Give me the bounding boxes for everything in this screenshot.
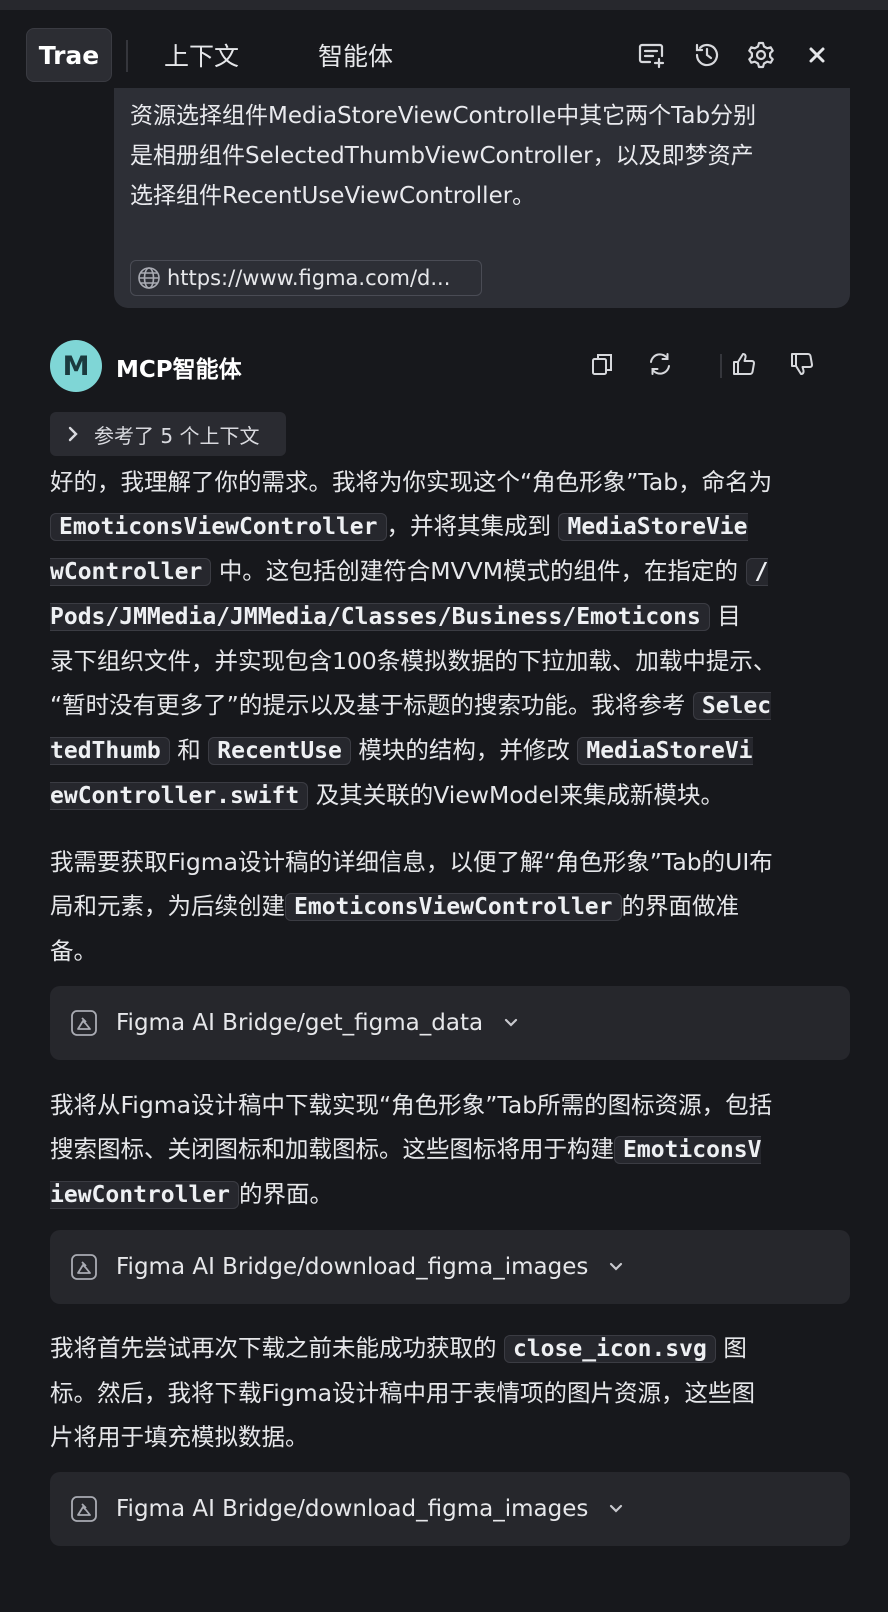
globe-icon	[138, 267, 160, 289]
code-span: RecentUse	[208, 737, 351, 765]
code-span: Selec	[692, 692, 772, 720]
tool-icon	[71, 1254, 97, 1280]
text-line: 我将首先尝试再次下载之前未能成功获取的 close_icon.svg 图	[50, 1334, 747, 1363]
tool-call-label: Figma AI Bridge/download_figma_images	[116, 1254, 589, 1280]
regenerate-icon[interactable]	[644, 348, 676, 380]
settings-icon[interactable]	[744, 38, 778, 72]
text-line: “暂时没有更多了”的提示以及基于标题的搜索功能。我将参考 Selec	[50, 691, 772, 720]
code-span: EmoticonsViewController	[50, 513, 387, 541]
code-span: MediaStoreVi	[577, 737, 753, 765]
user-message-line: 选择组件RecentUseViewController。	[130, 183, 536, 209]
tool-call-card[interactable]: Figma AI Bridge/get_figma_data	[50, 986, 850, 1060]
close-icon[interactable]	[800, 38, 834, 72]
code-span: /	[745, 558, 769, 586]
user-message-bubble: 资源选择组件MediaStoreViewControlle中其它两个Tab分别 …	[114, 88, 850, 308]
user-message-line: 是相册组件SelectedThumbViewController，以及即梦资产	[130, 143, 754, 169]
tab-agent[interactable]: 智能体	[318, 28, 393, 82]
text-line: 备。	[50, 937, 97, 965]
tab-trae[interactable]: Trae	[26, 28, 112, 82]
chevron-down-icon	[606, 1499, 626, 1519]
code-span: tedThumb	[50, 737, 170, 765]
new-chat-icon[interactable]	[634, 38, 668, 72]
chat-panel: Trae 上下文 智能体 资源选择组件MediaStoreViewControl…	[0, 10, 888, 1612]
agent-avatar: M	[50, 340, 102, 392]
tab-context[interactable]: 上下文	[164, 28, 239, 82]
figma-link-text: https://www.figma.com/d...	[167, 266, 451, 290]
figma-link-chip[interactable]: https://www.figma.com/d...	[130, 260, 482, 296]
agent-paragraph: 我将从Figma设计稿中下载实现“角色形象”Tab所需的图标资源，包括 搜索图标…	[50, 1083, 850, 1217]
chevron-down-icon	[501, 1013, 521, 1033]
history-icon[interactable]	[690, 38, 724, 72]
text-line: 好的，我理解了你的需求。我将为你实现这个“角色形象”Tab，命名为	[50, 468, 773, 496]
text-line: 我需要获取Figma设计稿的详细信息，以便了解“角色形象”Tab的UI布	[50, 848, 773, 876]
tool-call-card[interactable]: Figma AI Bridge/download_figma_images	[50, 1230, 850, 1304]
copy-icon[interactable]	[586, 348, 618, 380]
agent-paragraph: 好的，我理解了你的需求。我将为你实现这个“角色形象”Tab，命名为 Emotic…	[50, 460, 850, 818]
text-line: 录下组织文件，并实现包含100条模拟数据的下拉加载、加载中提示、	[50, 647, 777, 675]
text-line: ewController.swift 及其关联的ViewModel来集成新模块。	[50, 781, 725, 810]
text-line: 搜索图标、关闭图标和加载图标。这些图标将用于构建 EmoticonsV	[50, 1135, 762, 1164]
tool-call-label: Figma AI Bridge/download_figma_images	[116, 1496, 589, 1522]
text-line: tedThumb 和 RecentUse 模块的结构，并修改 MediaStor…	[50, 736, 753, 765]
text-line: 局和元素，为后续创建 EmoticonsViewController 的界面做准	[50, 892, 739, 921]
agent-name: MCP智能体	[116, 357, 242, 383]
chevron-down-icon	[606, 1257, 626, 1277]
code-span: wController	[50, 558, 212, 586]
tool-call-card[interactable]: Figma AI Bridge/download_figma_images	[50, 1472, 850, 1546]
context-reference-toggle[interactable]: 参考了 5 个上下文	[50, 412, 286, 456]
code-span: iewController	[50, 1181, 240, 1209]
code-span: MediaStoreVie	[558, 513, 748, 541]
action-separator	[720, 354, 722, 378]
text-line: iewController 的界面。	[50, 1180, 334, 1209]
context-reference-label: 参考了 5 个上下文	[94, 423, 260, 448]
agent-paragraph: 我需要获取Figma设计稿的详细信息，以便了解“角色形象”Tab的UI布 局和元…	[50, 840, 850, 973]
thumbs-down-icon[interactable]	[786, 348, 818, 380]
tool-icon	[71, 1496, 97, 1522]
tool-icon	[71, 1010, 97, 1036]
text-line: 我将从Figma设计稿中下载实现“角色形象”Tab所需的图标资源，包括	[50, 1091, 773, 1119]
tool-call-label: Figma AI Bridge/get_figma_data	[116, 1010, 484, 1036]
text-line: 片将用于填充模拟数据。	[50, 1423, 309, 1451]
text-line: Pods/JMMedia/JMMedia/Classes/Business/Em…	[50, 602, 741, 631]
code-span: Pods/JMMedia/JMMedia/Classes/Business/Em…	[50, 603, 710, 631]
text-line: EmoticonsViewController ，并将其集成到 MediaStor…	[50, 504, 850, 549]
code-span: EmoticonsViewController	[285, 893, 622, 921]
tab-separator	[126, 40, 128, 72]
window-top-edge	[0, 0, 888, 10]
code-span: ewController.swift	[50, 782, 309, 810]
thumbs-up-icon[interactable]	[728, 348, 760, 380]
text-line: wController 中。这包括创建符合MVVM模式的组件，在指定的 /	[50, 557, 769, 586]
chevron-right-icon	[68, 426, 78, 442]
code-span: close_icon.svg	[503, 1335, 716, 1363]
text-line: 标。然后，我将下载Figma设计稿中用于表情项的图片资源，这些图	[50, 1379, 756, 1407]
user-message-line: 资源选择组件MediaStoreViewControlle中其它两个Tab分别	[130, 103, 757, 129]
code-span: EmoticonsV	[614, 1136, 762, 1164]
agent-paragraph: 我将首先尝试再次下载之前未能成功获取的 close_icon.svg 图 标。然…	[50, 1326, 850, 1459]
